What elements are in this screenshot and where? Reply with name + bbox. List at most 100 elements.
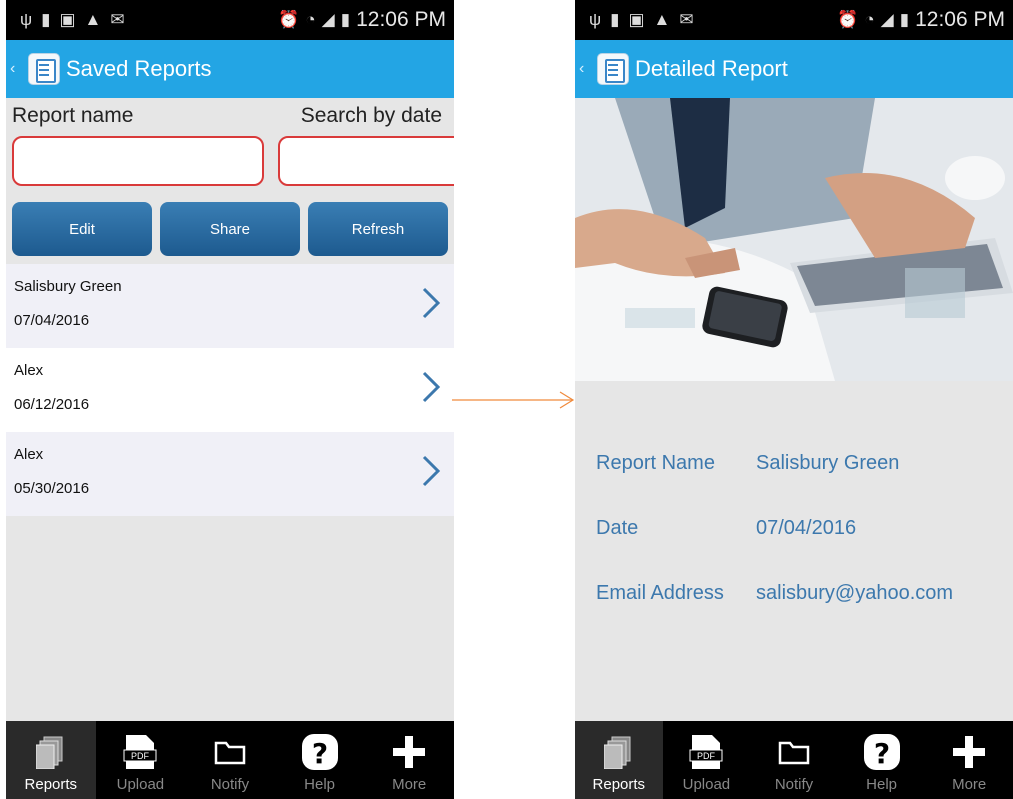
- report-name-label: Report name: [12, 104, 134, 127]
- signal-icon: ◢: [321, 10, 335, 29]
- share-button[interactable]: Share: [160, 202, 300, 256]
- status-bar: ψ ▮ ▣ ▲ ✉ ⏰ ◔ ◢ ▮ 12:06 PM: [6, 0, 454, 40]
- nav-help[interactable]: ? Help: [838, 721, 926, 799]
- email-label: Email Address: [596, 582, 724, 604]
- image-icon: ▣: [628, 10, 645, 29]
- title-bar: ‹ Saved Reports: [6, 40, 454, 98]
- saved-reports-screen: ψ ▮ ▣ ▲ ✉ ⏰ ◔ ◢ ▮ 12:06 PM ‹ Saved Repor…: [6, 0, 454, 799]
- nav-notify[interactable]: Notify: [750, 721, 838, 799]
- nav-reports[interactable]: Reports: [6, 721, 96, 799]
- chevron-right-icon[interactable]: [420, 370, 442, 404]
- notification-icons: ψ ▮ ▣ ▲ ✉: [589, 10, 694, 30]
- list-item[interactable]: Alex 06/12/2016: [6, 348, 454, 432]
- nav-more[interactable]: More: [364, 721, 454, 799]
- wifi-icon: ◔: [305, 10, 316, 29]
- folder-icon: [210, 732, 250, 772]
- chevron-right-icon[interactable]: [420, 454, 442, 488]
- warning-icon: ▲: [653, 10, 671, 29]
- report-name-input[interactable]: [12, 136, 264, 186]
- pdf-badge: PDF: [131, 751, 150, 761]
- folder-icon: [774, 732, 814, 772]
- wifi-icon: ◔: [864, 10, 875, 29]
- nav-reports[interactable]: Reports: [575, 721, 663, 799]
- nav-label: Upload: [116, 776, 165, 793]
- usb-icon: ψ: [589, 10, 602, 29]
- nav-label: Upload: [682, 776, 731, 793]
- help-icon: ?: [300, 732, 340, 772]
- list-item[interactable]: Salisbury Green 07/04/2016: [6, 264, 454, 348]
- nav-upload[interactable]: PDF Upload: [663, 721, 751, 799]
- report-app-icon: [597, 53, 629, 85]
- nav-label: Notify: [774, 776, 814, 793]
- report-app-icon: [28, 53, 60, 85]
- nav-help[interactable]: ? Help: [275, 721, 365, 799]
- battery-icon: ▮: [899, 10, 910, 29]
- battery-saver-icon: ▮: [41, 10, 51, 29]
- svg-text:?: ?: [311, 737, 327, 770]
- back-icon[interactable]: ‹: [579, 60, 593, 78]
- list-item[interactable]: Alex 05/30/2016: [6, 432, 454, 516]
- clock: 12:06 PM: [356, 8, 446, 31]
- nav-label: Help: [866, 776, 897, 793]
- detailed-report-screen: ψ ▮ ▣ ▲ ✉ ⏰ ◔ ◢ ▮ 12:06 PM ‹ Detailed Re…: [575, 0, 1013, 799]
- pdf-badge: PDF: [697, 751, 716, 761]
- plus-icon: [389, 732, 429, 772]
- report-list: Salisbury Green 07/04/2016 Alex 06/12/20…: [6, 264, 454, 516]
- svg-text:?: ?: [873, 737, 889, 770]
- clock: 12:06 PM: [915, 8, 1005, 31]
- nav-label: Reports: [24, 776, 78, 793]
- image-icon: ▣: [59, 10, 76, 29]
- title-bar: ‹ Detailed Report: [575, 40, 1013, 98]
- report-date: 07/04/2016: [14, 312, 90, 329]
- transition-arrow-icon: [452, 391, 575, 409]
- warning-icon: ▲: [84, 10, 102, 29]
- nav-notify[interactable]: Notify: [185, 721, 275, 799]
- page-title: Saved Reports: [66, 56, 212, 81]
- report-name-label: Report Name: [596, 452, 715, 474]
- business-desk-illustration: [575, 98, 1013, 381]
- alarm-icon: ⏰: [837, 10, 859, 29]
- message-icon: ✉: [110, 10, 125, 29]
- pdf-upload-icon: PDF: [120, 732, 160, 772]
- back-icon[interactable]: ‹: [10, 60, 24, 78]
- refresh-button[interactable]: Refresh: [308, 202, 448, 256]
- nav-upload[interactable]: PDF Upload: [96, 721, 186, 799]
- pdf-upload-icon: PDF: [686, 732, 726, 772]
- hero-image: [575, 98, 1013, 381]
- report-details: Report Name Salisbury Green Date 07/04/2…: [575, 381, 1013, 626]
- nav-more[interactable]: More: [925, 721, 1013, 799]
- reports-icon: [31, 732, 71, 772]
- search-date-input[interactable]: [278, 136, 454, 186]
- date-label: Date: [596, 517, 639, 539]
- report-name-value: Salisbury Green: [756, 452, 900, 474]
- nav-label: More: [952, 776, 987, 793]
- nav-label: Notify: [210, 776, 250, 793]
- date-value: 07/04/2016: [756, 517, 857, 539]
- report-name: Alex: [14, 446, 44, 463]
- search-by-date-label: Search by date: [300, 104, 442, 127]
- nav-label: Help: [304, 776, 335, 793]
- email-value[interactable]: salisbury@yahoo.com: [756, 582, 953, 605]
- status-bar: ψ ▮ ▣ ▲ ✉ ⏰ ◔ ◢ ▮ 12:06 PM: [575, 0, 1013, 40]
- reports-icon: [599, 732, 639, 772]
- edit-button[interactable]: Edit: [12, 202, 152, 256]
- message-icon: ✉: [679, 10, 694, 29]
- chevron-right-icon[interactable]: [420, 286, 442, 320]
- battery-icon: ▮: [340, 10, 351, 29]
- bottom-nav: Reports PDF Upload Notify ? Help More: [6, 721, 454, 799]
- usb-icon: ψ: [20, 10, 33, 29]
- battery-saver-icon: ▮: [610, 10, 620, 29]
- report-date: 05/30/2016: [14, 480, 90, 497]
- signal-icon: ◢: [880, 10, 894, 29]
- search-area: Report name Search by date Edit Share Re…: [6, 98, 454, 264]
- report-date: 06/12/2016: [14, 396, 90, 413]
- alarm-icon: ⏰: [278, 10, 300, 29]
- nav-label: More: [392, 776, 427, 793]
- page-title: Detailed Report: [635, 56, 788, 81]
- nav-label: Reports: [592, 776, 646, 793]
- report-name: Salisbury Green: [14, 278, 122, 295]
- report-name: Alex: [14, 362, 44, 379]
- notification-icons: ψ ▮ ▣ ▲ ✉: [20, 10, 125, 30]
- help-icon: ?: [862, 732, 902, 772]
- bottom-nav: Reports PDF Upload Notify ? Help More: [575, 721, 1013, 799]
